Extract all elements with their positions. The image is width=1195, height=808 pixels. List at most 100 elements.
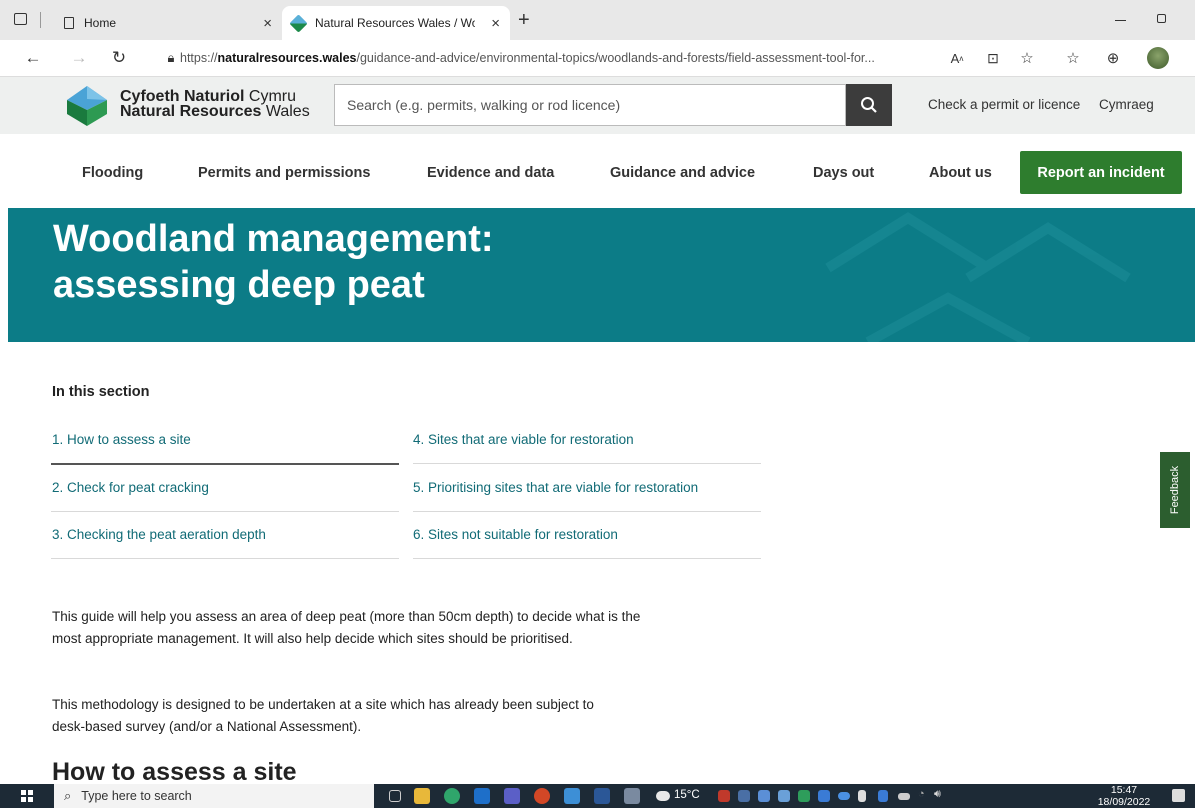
intro-paragraph: This guide will help you assess an area … — [52, 609, 641, 646]
clock-date: 18/09/2022 — [1097, 796, 1151, 808]
page-icon — [64, 17, 74, 29]
hero-banner: Woodland management: assessing deep peat — [8, 208, 1195, 342]
nav-item-about[interactable]: About us — [929, 165, 992, 181]
tray-icon[interactable] — [758, 790, 770, 802]
teams-icon[interactable] — [504, 788, 520, 804]
outlook-icon[interactable] — [474, 788, 490, 804]
toc-active-underline — [51, 463, 399, 465]
windows-start-icon[interactable] — [21, 790, 33, 802]
nav-item-days-out[interactable]: Days out — [813, 165, 874, 181]
nav-item-flooding[interactable]: Flooding — [82, 165, 143, 181]
url-domain: naturalresources.wales — [217, 51, 357, 65]
close-icon[interactable]: × — [263, 15, 272, 32]
url-prefix: https:// — [180, 51, 218, 65]
back-icon[interactable]: ← — [20, 46, 46, 70]
wifi-icon[interactable]: ◔ — [918, 788, 925, 800]
section-subheading: How to assess a site — [52, 758, 297, 786]
toc-divider — [413, 463, 761, 464]
nrw-logo-icon[interactable] — [66, 85, 108, 127]
tray-icon[interactable] — [818, 790, 830, 802]
new-tab-button[interactable]: + — [518, 9, 530, 32]
app-icon[interactable] — [564, 788, 580, 804]
tab-actions-icon[interactable] — [14, 13, 27, 25]
nav-item-permits[interactable]: Permits and permissions — [198, 165, 370, 181]
clock-time: 15:47 — [1110, 784, 1138, 796]
taskbar-search-box[interactable]: ⌕ Type here to search — [54, 784, 374, 808]
edge-icon[interactable] — [444, 788, 460, 804]
bluetooth-icon[interactable] — [878, 790, 888, 802]
tab-title: Home — [84, 16, 117, 30]
page-title: Woodland management: assessing deep peat — [53, 216, 753, 308]
site-logo-text[interactable]: Cyfoeth Naturiol Cymru Natural Resources… — [120, 89, 310, 120]
url-path: /guidance-and-advice/environmental-topic… — [356, 51, 875, 65]
tray-icon[interactable] — [718, 790, 730, 802]
toc-link-2[interactable]: 2. Check for peat cracking — [52, 480, 209, 495]
browser-toolbar: ← → ↻ 🔒︎ https://naturalresources.wales /… — [0, 40, 1195, 77]
hero-pattern — [825, 212, 1131, 342]
page-title-line2: assessing deep peat — [53, 264, 425, 306]
check-permit-link[interactable]: Check a permit or licence — [928, 97, 1080, 112]
logo-english-light: Wales — [261, 103, 310, 120]
read-aloud-icon[interactable]: Aʌ — [944, 46, 970, 70]
tray-icon[interactable] — [738, 790, 750, 802]
nrw-favicon-icon — [289, 13, 308, 33]
report-incident-label: Report an incident — [1037, 164, 1165, 181]
notifications-icon[interactable] — [1172, 789, 1185, 802]
nav-item-evidence[interactable]: Evidence and data — [427, 165, 554, 181]
language-link[interactable]: Cymraeg — [1099, 97, 1154, 112]
feedback-button[interactable]: Feedback — [1160, 452, 1190, 528]
powerpoint-icon[interactable] — [534, 788, 550, 804]
collections-icon[interactable]: ⊕ — [1100, 46, 1126, 70]
tray-icon[interactable] — [778, 790, 790, 802]
address-bar[interactable]: https://naturalresources.wales/guidance-… — [180, 44, 970, 72]
toc-link-1[interactable]: 1. How to assess a site — [52, 432, 191, 447]
tray-icon[interactable] — [798, 790, 810, 802]
tray-icon[interactable] — [858, 790, 866, 802]
tab-title: Natural Resources Wales / Wood — [315, 16, 475, 30]
word-icon[interactable] — [594, 788, 610, 804]
toc-link-6[interactable]: 6. Sites not suitable for restoration — [413, 527, 618, 542]
refresh-icon[interactable]: ↻ — [106, 46, 132, 70]
onedrive-icon[interactable] — [838, 792, 850, 800]
profile-avatar[interactable] — [1147, 47, 1169, 69]
search-button[interactable] — [846, 84, 892, 126]
immersive-reader-icon[interactable]: ⊡ — [980, 46, 1006, 70]
battery-icon[interactable] — [898, 793, 910, 800]
system-clock[interactable]: 15:47 18/09/2022 — [1092, 784, 1156, 808]
nav-item-guidance[interactable]: Guidance and advice — [610, 165, 755, 181]
favorites-icon[interactable]: ☆ — [1060, 46, 1086, 70]
page-title-line1: Woodland management: — [53, 218, 494, 260]
report-incident-button[interactable]: Report an incident — [1020, 151, 1182, 194]
toc-divider — [51, 511, 399, 512]
section-heading: In this section — [52, 384, 150, 400]
tab-home[interactable]: Home × — [54, 6, 282, 40]
volume-icon[interactable]: 🔊︎ — [934, 788, 941, 801]
toc-divider — [51, 558, 399, 559]
restore-icon[interactable] — [1157, 14, 1166, 23]
weather-icon[interactable] — [656, 791, 670, 801]
search-placeholder: Search (e.g. permits, walking or rod lic… — [347, 97, 621, 113]
minimize-icon[interactable] — [1115, 20, 1126, 21]
windows-taskbar: ⌕ Type here to search 15°C ◔ 🔊︎ 15:47 18… — [0, 784, 1195, 808]
browser-tab-strip: Home × Natural Resources Wales / Wood × … — [0, 0, 1195, 40]
site-search-input[interactable]: Search (e.g. permits, walking or rod lic… — [334, 84, 846, 126]
taskbar-search-placeholder: Type here to search — [81, 789, 192, 803]
weather-temperature[interactable]: 15°C — [674, 789, 700, 801]
tab-divider — [40, 12, 41, 28]
close-icon[interactable]: × — [491, 15, 500, 32]
site-header: Cyfoeth Naturiol Cymru Natural Resources… — [0, 77, 1195, 134]
paint-icon[interactable] — [624, 788, 640, 804]
file-explorer-icon[interactable] — [414, 788, 430, 804]
toc-link-4[interactable]: 4. Sites that are viable for restoration — [413, 432, 634, 447]
toc-link-5[interactable]: 5. Prioritising sites that are viable fo… — [413, 480, 698, 495]
add-favorite-icon[interactable]: ☆ — [1014, 46, 1040, 70]
search-icon — [861, 97, 877, 113]
forward-icon[interactable]: → — [66, 46, 92, 70]
tab-nrw[interactable]: Natural Resources Wales / Wood × — [282, 6, 510, 40]
task-view-icon[interactable] — [389, 790, 401, 802]
logo-english-bold: Natural Resources — [120, 103, 262, 120]
toc-link-3[interactable]: 3. Checking the peat aeration depth — [52, 527, 266, 542]
toc-divider — [413, 511, 761, 512]
methodology-paragraph: This methodology is designed to be under… — [52, 697, 594, 734]
feedback-label: Feedback — [1169, 465, 1181, 515]
